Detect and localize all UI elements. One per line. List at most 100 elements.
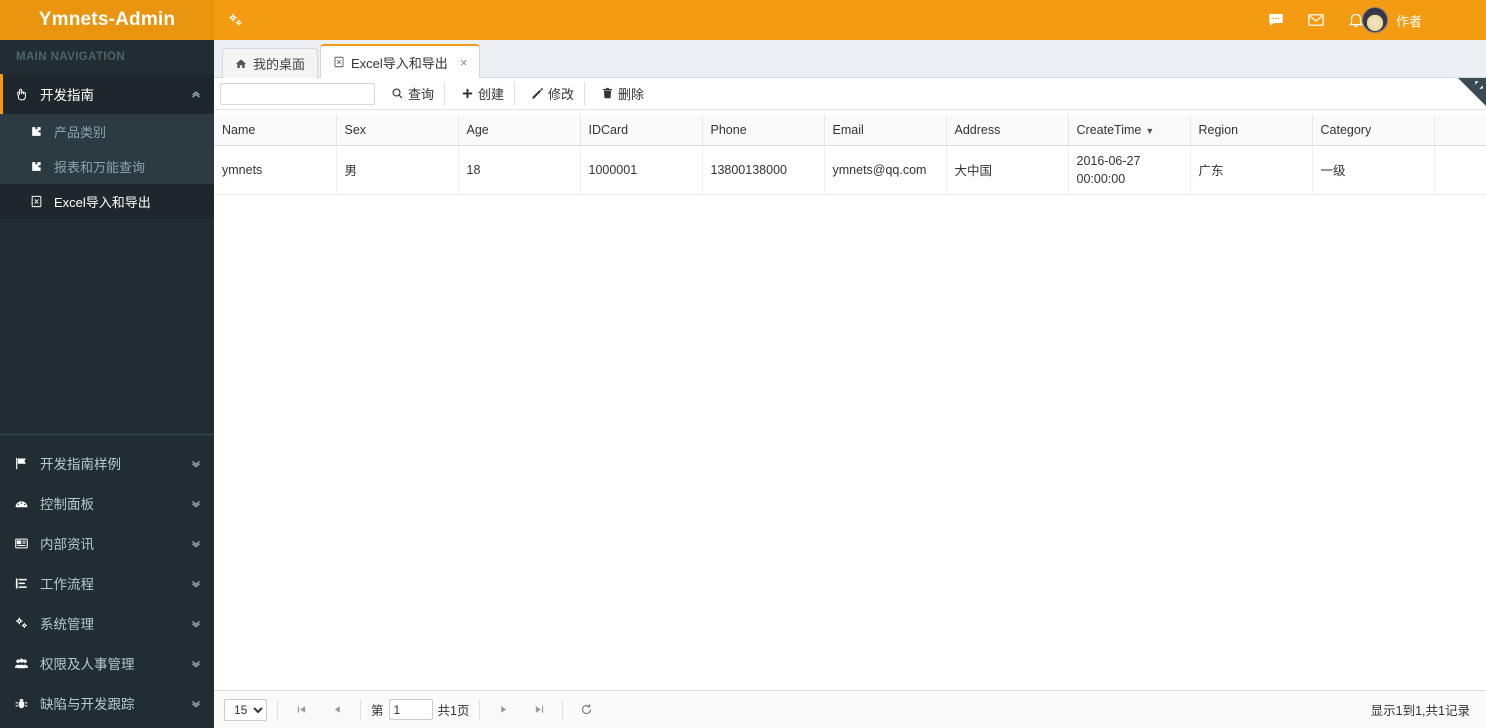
sidebar-item-system-management[interactable]: 系统管理 <box>0 603 214 643</box>
excel-file-icon <box>333 56 345 68</box>
sidebar-section-title: MAIN NAVIGATION <box>16 51 126 63</box>
column-header-sex[interactable]: Sex <box>336 115 459 146</box>
next-page-button[interactable] <box>490 699 516 721</box>
column-header-email[interactable]: Email <box>824 115 947 146</box>
bug-icon <box>14 696 40 711</box>
sidebar-item-internal-news[interactable]: 内部资讯 <box>0 523 214 563</box>
sidebar-item-label: 开发指南样例 <box>40 457 121 472</box>
column-header-region[interactable]: Region <box>1190 115 1313 146</box>
puzzle-icon <box>30 125 54 138</box>
column-header-phone[interactable]: Phone <box>702 115 825 146</box>
cell-name: ymnets <box>214 145 337 195</box>
column-header-createtime[interactable]: CreateTime ▼ <box>1068 115 1191 146</box>
tab-excel-import-export[interactable]: Excel导入和导出 × <box>320 44 481 78</box>
sidebar-item-permission-hr[interactable]: 权限及人事管理 <box>0 643 214 683</box>
chat-icon[interactable] <box>1256 0 1296 40</box>
create-button[interactable]: 创建 <box>451 81 516 106</box>
column-label: Age <box>466 122 489 137</box>
refresh-button[interactable] <box>573 699 599 721</box>
app-logo[interactable]: Ymnets-Admin <box>0 0 214 40</box>
record-count-label: 显示1到1,共1记录 <box>1370 704 1470 718</box>
user-menu[interactable]: 作者 <box>1346 0 1486 40</box>
home-icon <box>235 58 247 70</box>
edit-button-label: 修改 <box>548 87 575 102</box>
sidebar-subitem-label: 产品类别 <box>54 125 107 140</box>
admin-app: Ymnets-Admin 作者 MAIN NAVIGATION 开发指南 产品类… <box>0 0 1486 728</box>
pager-divider <box>360 699 361 720</box>
chevron-down-icon <box>190 537 202 549</box>
sidebar-item-dev-guide[interactable]: 开发指南 <box>0 74 214 114</box>
envelope-icon[interactable] <box>1296 0 1336 40</box>
column-header-age[interactable]: Age <box>458 115 581 146</box>
sidebar-item-workflow[interactable]: 工作流程 <box>0 563 214 603</box>
chevron-down-icon <box>190 497 202 509</box>
column-label: Address <box>954 122 1001 137</box>
avatar <box>1362 7 1388 33</box>
expand-corner-icon[interactable] <box>1474 80 1484 90</box>
cell-email: ymnets@qq.com <box>824 145 947 195</box>
data-grid-container: Name Sex Age IDCard Phone Email Address … <box>214 115 1486 690</box>
edit-button[interactable]: 修改 <box>521 81 586 106</box>
column-label: CreateTime <box>1076 122 1142 137</box>
tab-label: Excel导入和导出 <box>351 55 448 71</box>
sidebar-item-control-panel[interactable]: 控制面板 <box>0 483 214 523</box>
column-header-idcard[interactable]: IDCard <box>580 115 703 146</box>
sidebar-item-label: 权限及人事管理 <box>40 657 135 672</box>
plus-icon <box>461 87 474 100</box>
chevron-down-icon <box>190 617 202 629</box>
newspaper-icon <box>14 536 40 551</box>
column-header-name[interactable]: Name <box>214 115 337 146</box>
trash-icon <box>601 87 614 100</box>
tab-label: 我的桌面 <box>253 57 306 72</box>
page-size-select[interactable]: 15 <box>224 698 267 721</box>
pager-divider <box>479 699 481 720</box>
search-input[interactable] <box>220 82 375 105</box>
search-icon <box>391 87 404 100</box>
user-name: 作者 <box>1396 13 1423 29</box>
sidebar-item-label: 控制面板 <box>40 497 94 512</box>
last-page-button[interactable] <box>526 699 552 721</box>
column-label: Name <box>222 122 256 137</box>
sidebar-subitem-label: 报表和万能查询 <box>54 160 146 175</box>
search-button-label: 查询 <box>408 87 435 102</box>
page-number-input[interactable] <box>388 699 433 720</box>
table-row[interactable]: ymnets 男 18 1000001 13800138000 ymnets@q… <box>214 145 1486 195</box>
sidebar-item-defect-tracking[interactable]: 缺陷与开发跟踪 <box>0 683 214 723</box>
app-logo-text: Ymnets-Admin <box>38 9 176 30</box>
first-page-button[interactable] <box>288 699 314 721</box>
tab-my-desktop[interactable]: 我的桌面 <box>222 48 319 78</box>
users-icon <box>14 656 40 671</box>
delete-button-label: 删除 <box>618 87 645 102</box>
column-label: Region <box>1198 122 1239 137</box>
sidebar-toggle-button[interactable] <box>214 0 256 40</box>
pager-divider <box>277 699 278 720</box>
grid-panel: 查询 创建 修改 删除 Name Sex Age IDCard Phone Em… <box>214 78 1486 728</box>
search-button[interactable]: 查询 <box>381 81 446 106</box>
dashboard-icon <box>14 496 40 511</box>
column-label: Phone <box>710 122 747 137</box>
sidebar-item-label: 开发指南 <box>40 88 94 103</box>
column-header-spacer <box>1434 115 1486 146</box>
page-number-group: 第 共1页 <box>371 699 469 720</box>
sidebar-item-dev-guide-samples[interactable]: 开发指南样例 <box>0 443 214 483</box>
sidebar-subitem-report-query[interactable]: 报表和万能查询 <box>0 149 214 184</box>
flag-icon <box>14 456 40 471</box>
close-icon[interactable]: × <box>460 55 468 70</box>
column-header-address[interactable]: Address <box>946 115 1069 146</box>
sidebar-subitem-excel-import-export[interactable]: Excel导入和导出 <box>0 184 214 219</box>
puzzle-icon <box>30 160 54 173</box>
tasks-icon <box>14 576 40 591</box>
delete-button[interactable]: 删除 <box>591 82 654 106</box>
page-prefix-label: 第 <box>371 704 384 718</box>
gears-icon <box>227 12 244 29</box>
prev-page-button[interactable] <box>324 699 350 721</box>
pagination-bar: 15 第 共1页 <box>214 690 1486 728</box>
cell-sex: 男 <box>336 145 459 195</box>
grid-toolbar: 查询 创建 修改 删除 <box>214 78 1486 110</box>
gears-icon <box>14 616 40 631</box>
cell-phone: 13800138000 <box>702 145 825 195</box>
chevron-down-icon <box>190 657 202 669</box>
sidebar-subitem-product-category[interactable]: 产品类别 <box>0 114 214 149</box>
column-header-category[interactable]: Category <box>1312 115 1435 146</box>
cell-category: 一级 <box>1312 145 1435 195</box>
